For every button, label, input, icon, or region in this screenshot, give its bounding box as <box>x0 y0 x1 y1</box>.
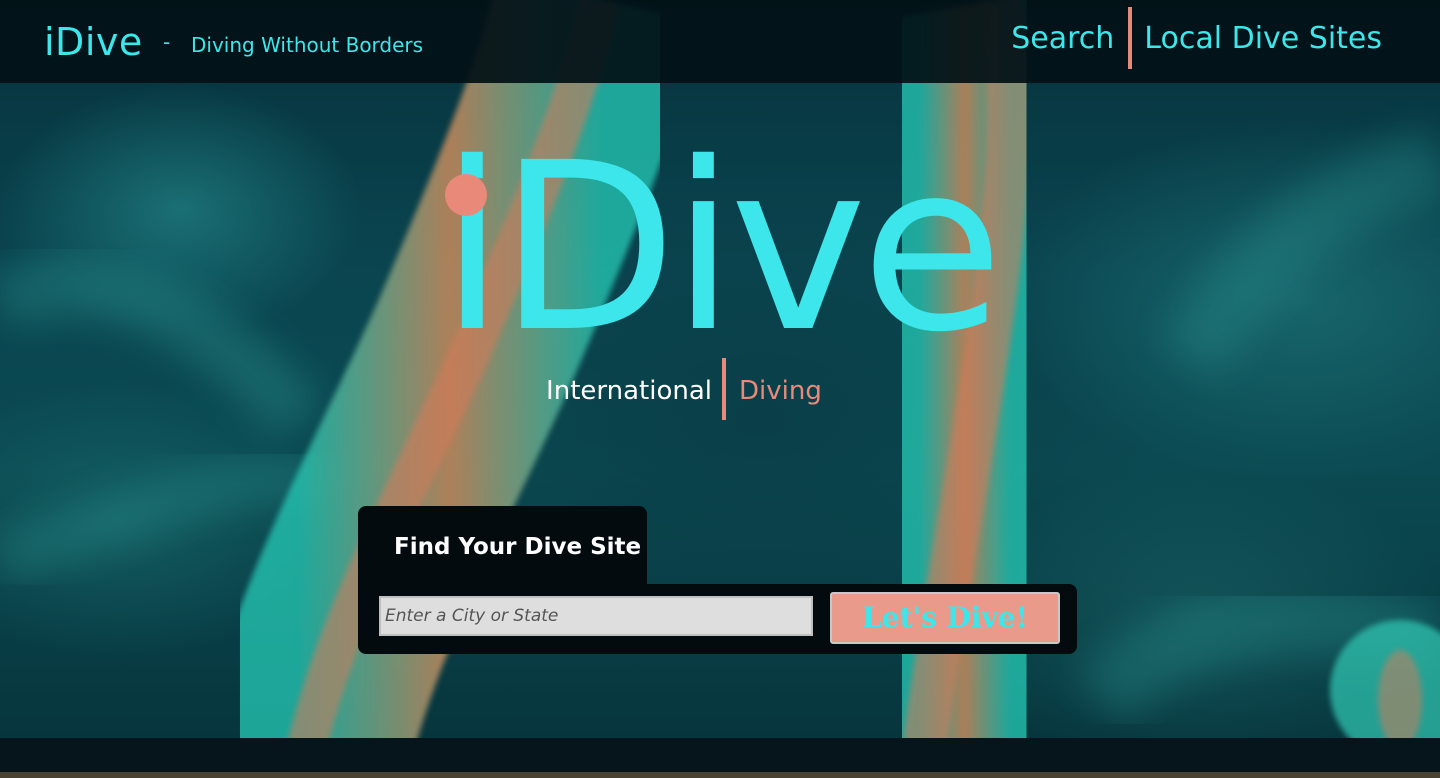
hero-logo-text: iDive <box>440 113 1004 383</box>
lets-dive-button[interactable]: Let's Dive! <box>830 592 1060 644</box>
nav-link-search[interactable]: Search <box>1011 21 1114 56</box>
top-navbar: iDive - Diving Without Borders Search Lo… <box>0 0 1440 83</box>
footer-band <box>0 738 1440 774</box>
location-search-input[interactable] <box>379 596 813 636</box>
footer-edge <box>0 772 1440 778</box>
hero-logo-dot <box>445 174 487 216</box>
brand-tagline: Diving Without Borders <box>191 33 424 57</box>
hero-subtitle: International Diving <box>0 358 1440 420</box>
hero-subtitle-international: International <box>546 376 712 406</box>
search-panel-tab: Find Your Dive Site <box>358 506 647 588</box>
hero-logo: iDive <box>440 132 1004 382</box>
brand-logo[interactable]: iDive <box>44 18 143 66</box>
page: iDive - Diving Without Borders Search Lo… <box>0 0 1440 778</box>
search-panel-title: Find Your Dive Site <box>394 534 642 560</box>
nav-divider <box>1128 7 1133 69</box>
nav-link-local-dive-sites[interactable]: Local Dive Sites <box>1144 21 1382 56</box>
main-nav: Search Local Dive Sites <box>1011 7 1382 69</box>
hero-subtitle-divider <box>722 358 726 420</box>
brand-separator: - <box>163 30 171 54</box>
search-panel: Let's Dive! <box>358 584 1077 654</box>
hero-subtitle-diving: Diving <box>739 376 822 406</box>
